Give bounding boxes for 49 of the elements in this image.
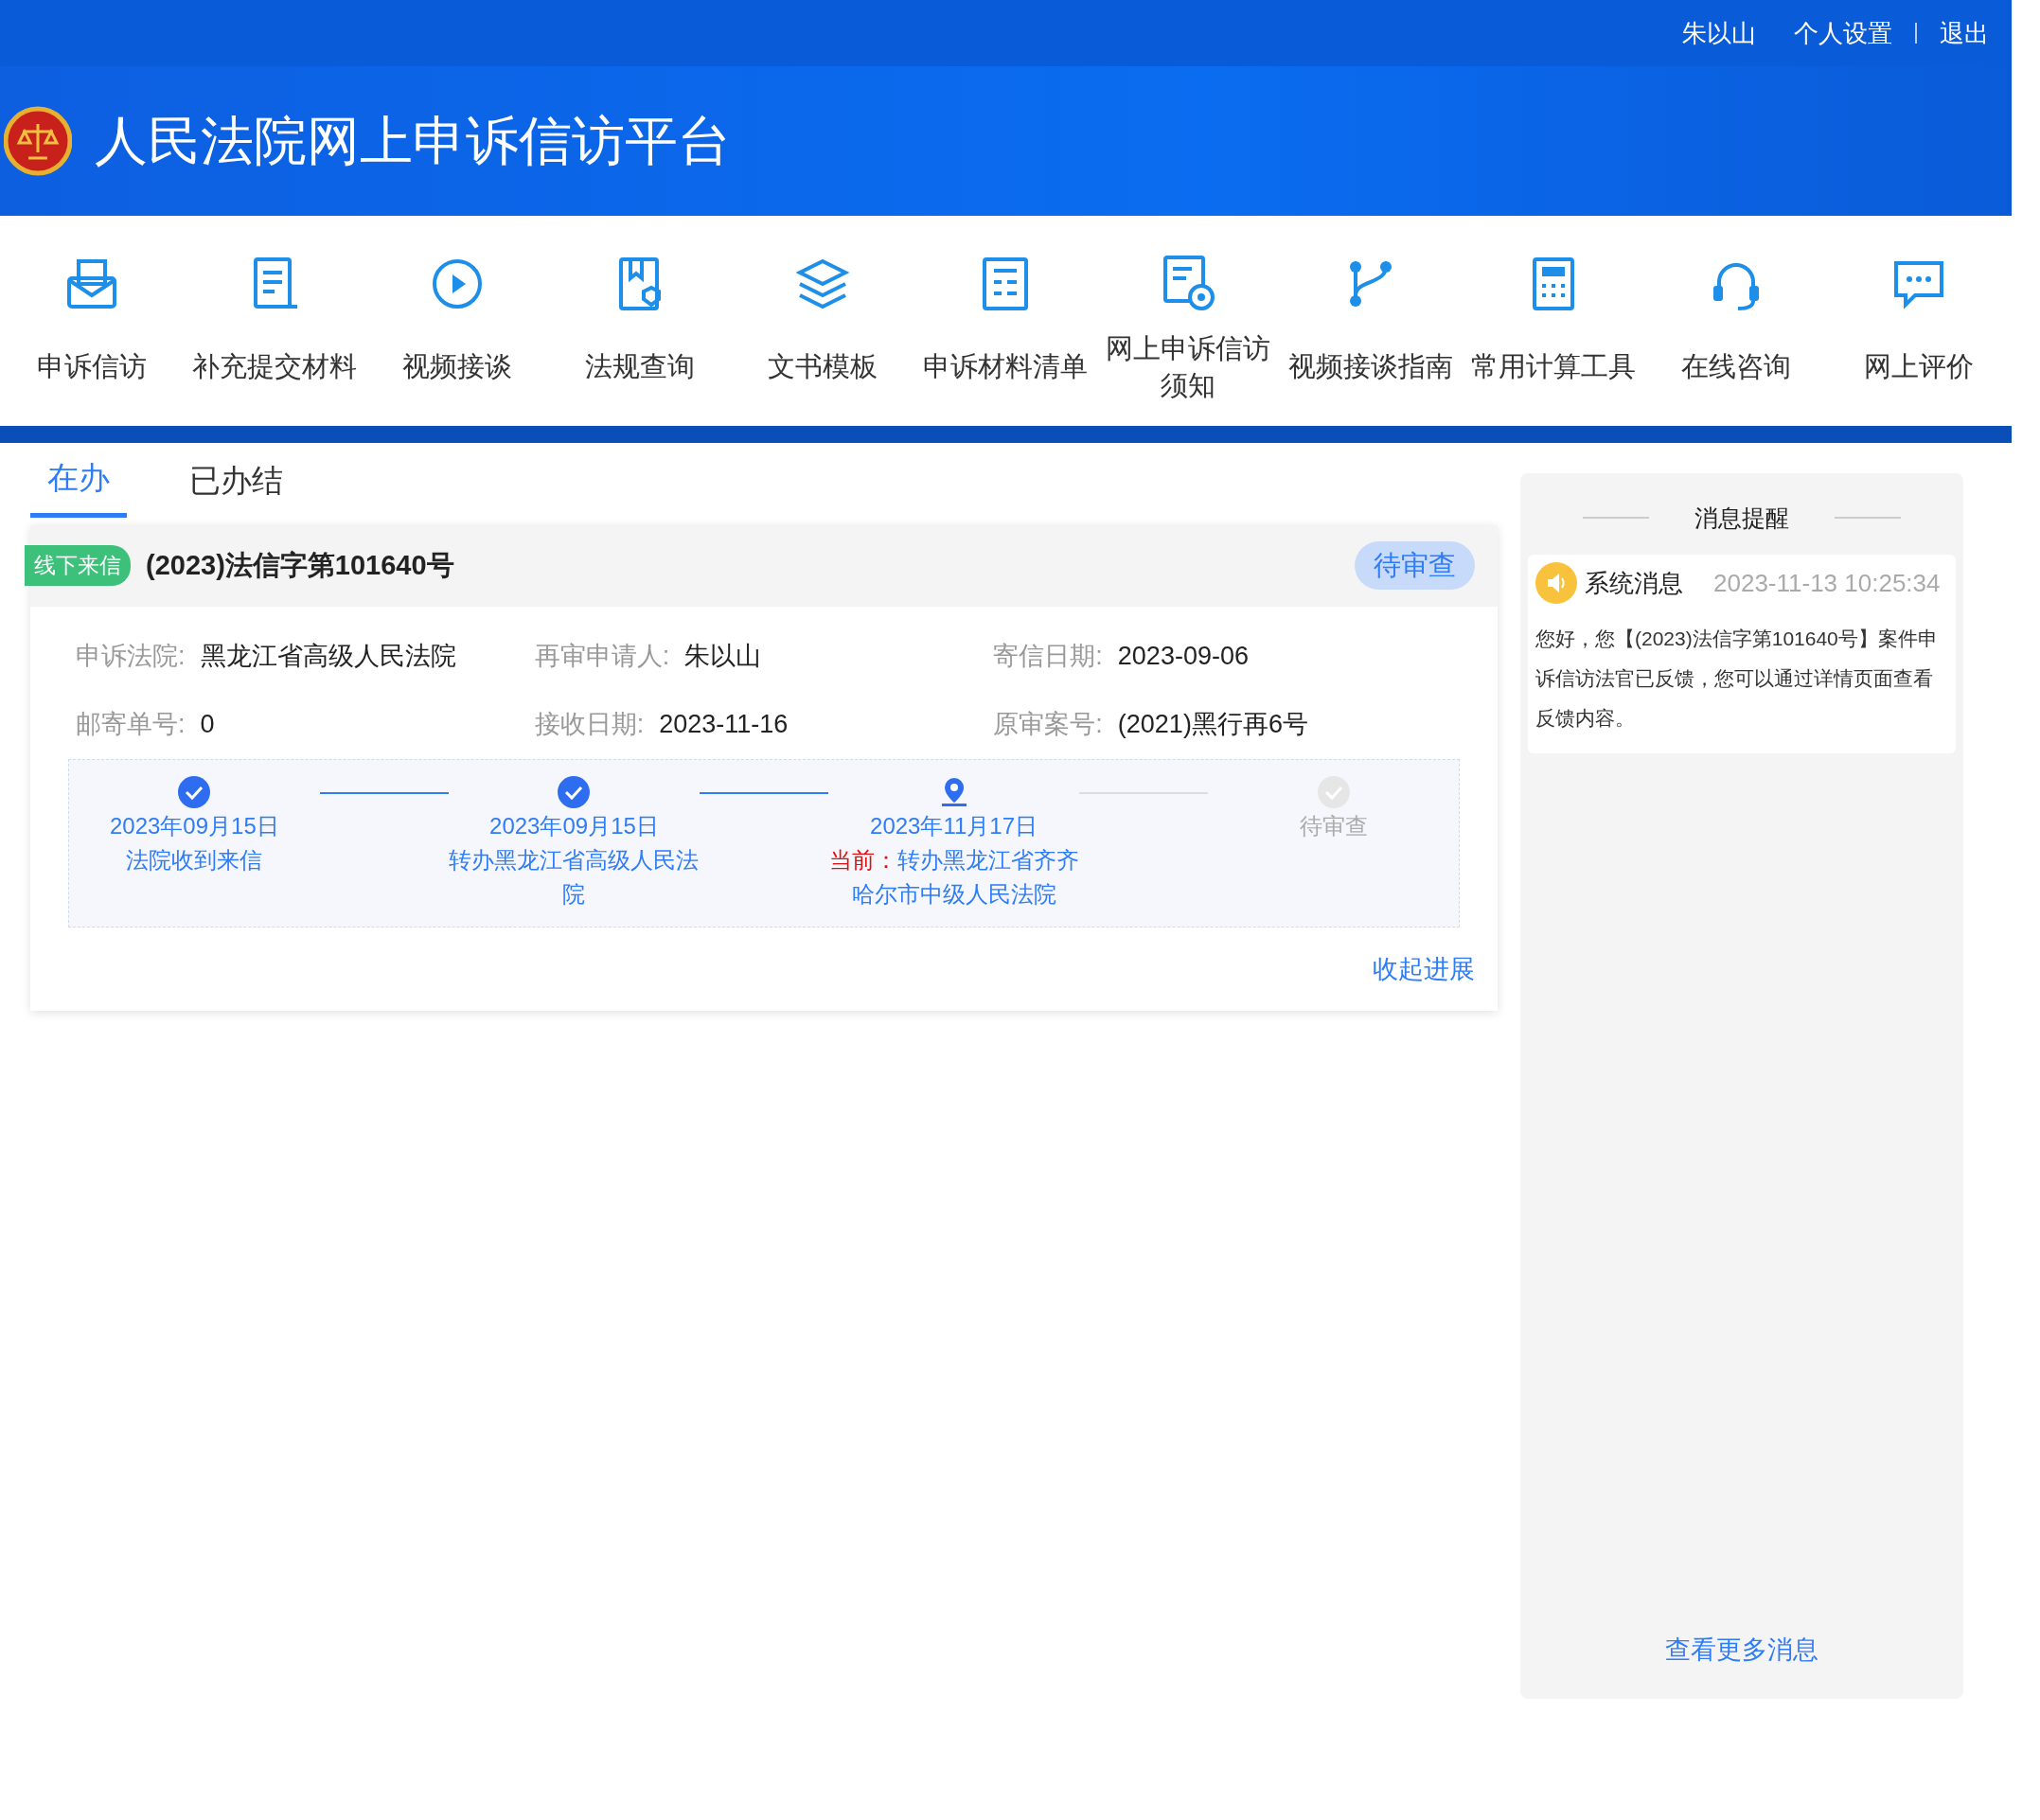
field-label: 再审申请人: [534, 640, 670, 672]
field-value: 朱以山 [684, 640, 762, 672]
step-date: 2023年09月15日 [489, 811, 659, 840]
check-circle-icon [557, 774, 592, 809]
nav-item[interactable]: 申诉材料清单 [914, 254, 1096, 405]
check-circle-icon [177, 774, 212, 809]
user-name-link[interactable]: 朱以山 [1682, 14, 1756, 52]
check-circle-icon [1316, 774, 1351, 809]
nav-item[interactable]: 常用计算工具 [1462, 254, 1644, 405]
step-date: 2023年09月15日 [109, 811, 279, 840]
field-value: 黑龙江省高级人民法院 [200, 640, 456, 672]
nav-item[interactable]: 网上申诉信访须知 [1096, 254, 1279, 405]
nav-item[interactable]: 补充提交材料 [183, 254, 365, 405]
field-value: 2023-09-06 [1117, 640, 1249, 672]
step-description: 法院收到来信 [126, 845, 263, 875]
message-body: 您好，您【(2023)法信字第101640号】案件申诉信访法官已反馈，您可以通过详情页面查看反馈内容。 [1535, 627, 1939, 731]
nav-item[interactable]: 申诉信访 [0, 254, 183, 405]
panel-title: 消息提醒 [1694, 504, 1789, 532]
nav-item[interactable]: 视频接谈指南 [1279, 254, 1462, 405]
message-time: 2023-11-13 10:25:34 [1713, 567, 1941, 599]
step-description: 转办黑龙江省高级人民法院 [449, 845, 700, 909]
nav-item[interactable]: 法规查询 [548, 254, 731, 405]
nav-item[interactable]: 在线咨询 [1644, 254, 1827, 405]
field-label: 原审案号: [993, 709, 1103, 740]
site-title: 人民法院网上申诉信访平台 [95, 110, 731, 173]
status-badge: 待审查 [1355, 540, 1475, 591]
message-source: 系统消息 [1585, 567, 1683, 599]
step-description: 待审查 [1299, 811, 1368, 840]
step-date: 2023年11月17日 [870, 811, 1038, 840]
header-link[interactable]: 退出 [1940, 14, 1989, 52]
field-value: 0 [200, 709, 215, 740]
case-number: (2023)法信字第101640号 [146, 548, 455, 582]
field-label: 申诉法院: [76, 640, 186, 672]
field-label: 邮寄单号: [76, 709, 186, 740]
field-value: 2023-11-16 [659, 709, 789, 740]
source-tag: 线下来信 [25, 545, 131, 586]
tab[interactable]: 在办 [30, 451, 127, 518]
nav-item[interactable]: 文书模板 [731, 254, 914, 405]
field-label: 寄信日期: [993, 640, 1103, 672]
nav-item[interactable]: 网上评价 [1827, 254, 2010, 405]
field-label: 接收日期: [534, 709, 645, 740]
tab[interactable]: 已办结 [172, 451, 300, 518]
step-description: 当前：转办黑龙江省齐齐哈尔市中级人民法院 [828, 845, 1079, 909]
field-value: (2021)黑行再6号 [1117, 709, 1308, 740]
more-messages-link[interactable]: 查看更多消息 [1665, 1634, 1818, 1664]
header-link[interactable]: 个人设置 [1794, 14, 1892, 52]
nav-item[interactable]: 视频接谈 [365, 254, 548, 405]
collapse-progress-link[interactable]: 收起进展 [1373, 949, 1475, 988]
speaker-icon [1535, 562, 1577, 604]
